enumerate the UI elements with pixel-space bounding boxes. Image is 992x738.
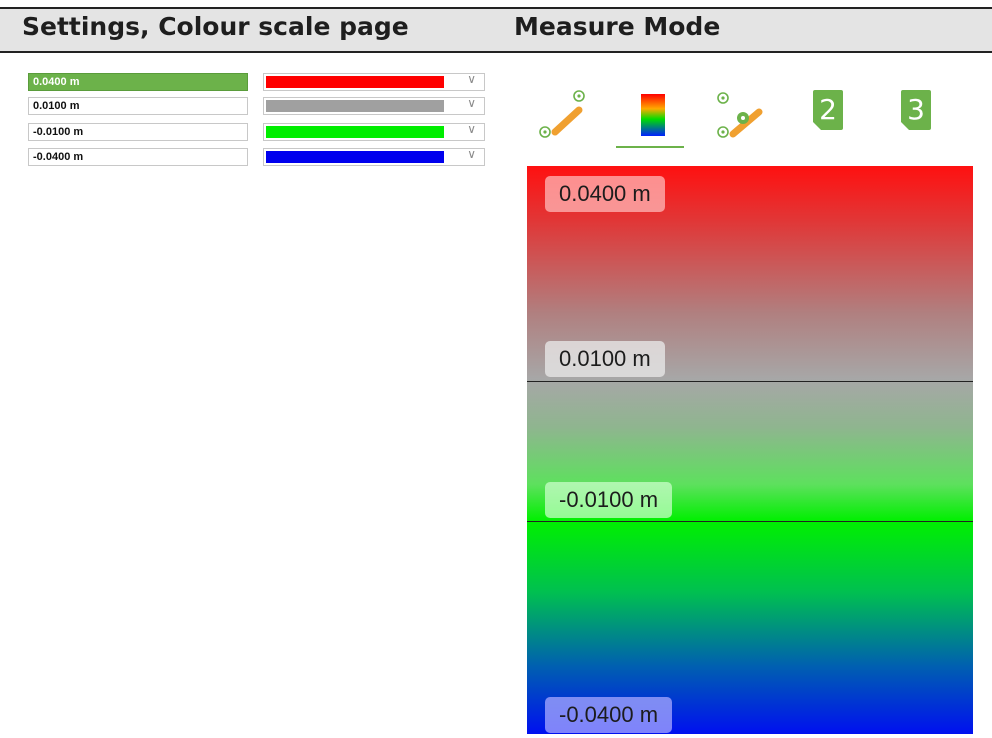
colour-scale-view [527,166,973,734]
scale-row-4: -0.0400 m ∨ [28,146,486,168]
scale-value-field[interactable]: 0.0400 m [28,73,248,91]
page-2-icon: 2 [813,90,843,130]
level-label-bottom: -0.0400 m [545,697,673,733]
level-label-lower-mid: -0.0100 m [545,482,673,518]
measure-toolbar: 2 3 [527,68,973,166]
chevron-down-icon: ∨ [467,96,476,110]
settings-title: Settings, Colour scale page [22,12,409,41]
colour-swatch-red [266,76,444,88]
point-to-line-button[interactable] [533,82,593,146]
level-label-upper-mid: 0.0100 m [545,341,665,377]
colour-swatch-green [266,126,444,138]
page-2-label: 2 [819,93,837,126]
measure-mode-title: Measure Mode [514,12,721,41]
scale-value-field[interactable]: 0.0100 m [28,97,248,115]
colour-dropdown[interactable]: ∨ [263,122,485,141]
chevron-down-icon: ∨ [467,122,476,136]
active-tab-indicator [616,146,684,148]
colour-dropdown[interactable]: ∨ [263,72,485,91]
page-3-icon: 3 [901,90,931,130]
boundary-line-lower [527,521,973,522]
scale-row-3: -0.0100 m ∨ [28,121,486,143]
page-3-button[interactable]: 3 [893,82,953,146]
chevron-down-icon: ∨ [467,72,476,86]
two-point-line-button[interactable] [713,82,773,146]
colour-scale-button[interactable] [623,82,683,146]
colour-scale-icon [641,94,665,136]
scale-value-field[interactable]: -0.0100 m [28,123,248,141]
level-label-top: 0.0400 m [545,176,665,212]
boundary-line-upper [527,381,973,382]
scale-row-1: 0.0400 m ∨ [28,71,486,93]
chevron-down-icon: ∨ [467,147,476,161]
header-bottom-rule [0,51,992,53]
scale-row-2: 0.0100 m ∨ [28,95,486,117]
two-point-line-icon [717,92,763,138]
colour-swatch-grey [266,100,444,112]
page-3-label: 3 [907,93,925,126]
scale-value-field[interactable]: -0.0400 m [28,148,248,166]
colour-swatch-blue [266,151,444,163]
point-to-line-icon [539,90,585,138]
colour-dropdown[interactable]: ∨ [263,96,485,115]
page-2-button[interactable]: 2 [805,82,865,146]
colour-dropdown[interactable]: ∨ [263,147,485,166]
